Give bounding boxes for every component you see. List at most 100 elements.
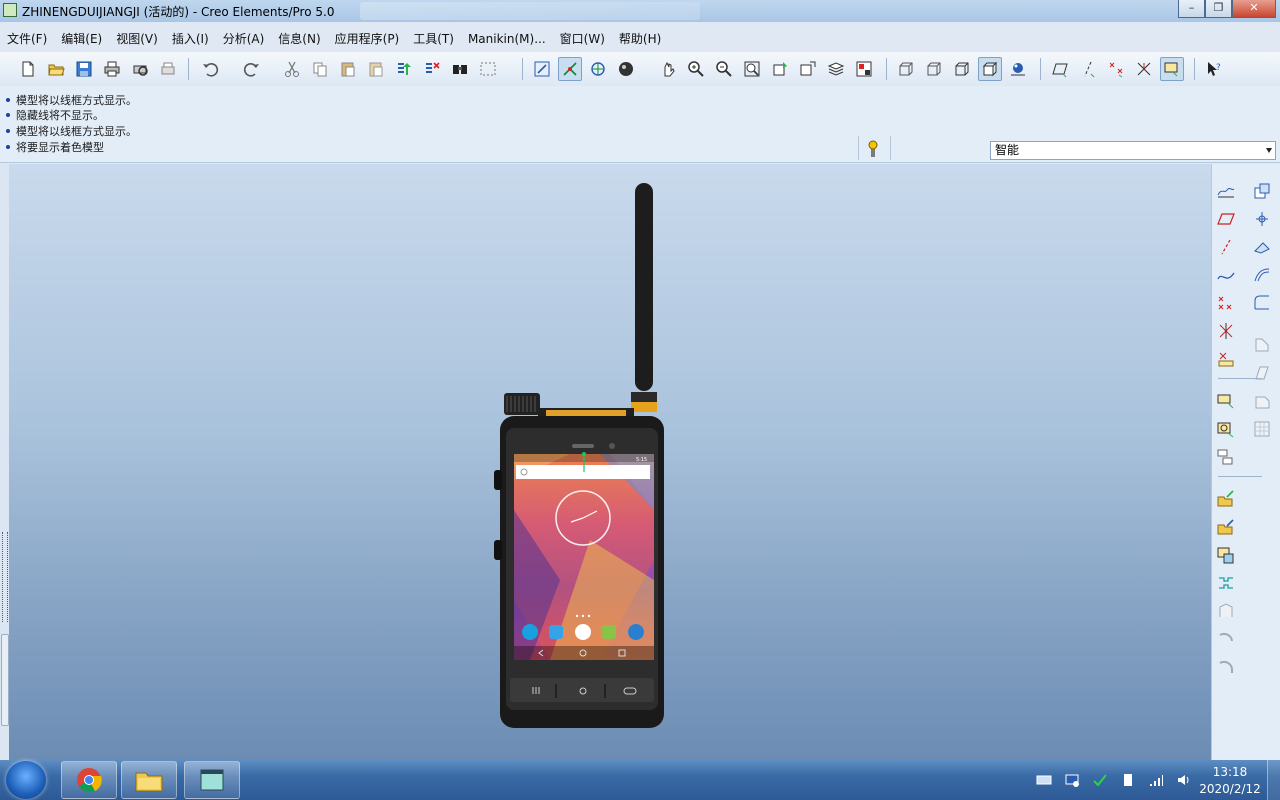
refit-icon[interactable] bbox=[740, 57, 764, 81]
phone-status-time: 5:15 bbox=[636, 457, 647, 463]
zoom-in-icon[interactable] bbox=[684, 57, 708, 81]
status-light-icon[interactable] bbox=[866, 139, 880, 159]
new-icon[interactable] bbox=[16, 57, 40, 81]
datum-chain-icon[interactable] bbox=[1214, 446, 1238, 468]
hidden-line-icon[interactable] bbox=[922, 57, 946, 81]
saved-views-icon[interactable] bbox=[796, 57, 820, 81]
datum-planes-icon[interactable] bbox=[1048, 57, 1072, 81]
spin-center-icon[interactable] bbox=[558, 57, 582, 81]
curve-icon[interactable] bbox=[1214, 264, 1238, 286]
taskbar-clock[interactable]: 13:18 2020/2/12 bbox=[1192, 764, 1268, 798]
creo-taskbar-app[interactable] bbox=[184, 761, 240, 799]
offset-icon[interactable] bbox=[1250, 264, 1274, 286]
volume-icon[interactable] bbox=[1176, 772, 1192, 788]
save-icon[interactable] bbox=[72, 57, 96, 81]
axis-icon[interactable] bbox=[1214, 236, 1238, 258]
view-manager-icon[interactable] bbox=[852, 57, 876, 81]
merge-icon[interactable] bbox=[1250, 208, 1274, 230]
shell-icon[interactable] bbox=[1214, 516, 1238, 538]
annotation-icon[interactable] bbox=[1160, 57, 1184, 81]
sash-handle[interactable] bbox=[2, 532, 8, 622]
revolve-icon[interactable] bbox=[1250, 418, 1274, 440]
wireframe-icon[interactable] bbox=[894, 57, 918, 81]
datum-axes-icon[interactable] bbox=[1076, 57, 1100, 81]
menu-help[interactable]: 帮助(H) bbox=[612, 29, 668, 49]
menu-file[interactable]: 文件(F) bbox=[0, 29, 54, 49]
selection-filter-value: 智能 bbox=[995, 143, 1020, 157]
insert-feature-icon[interactable] bbox=[1250, 180, 1274, 202]
insert-multi-icon[interactable] bbox=[1214, 488, 1238, 510]
regenerate-icon[interactable] bbox=[392, 57, 416, 81]
show-desktop-button[interactable] bbox=[1267, 760, 1280, 800]
point-offset-icon[interactable] bbox=[1214, 320, 1238, 342]
sash-tab[interactable] bbox=[1, 634, 9, 726]
print-preview-icon[interactable] bbox=[128, 57, 152, 81]
open-icon[interactable] bbox=[44, 57, 68, 81]
project-icon[interactable] bbox=[1214, 656, 1238, 678]
windows-start-icon[interactable] bbox=[6, 761, 46, 799]
file-explorer-icon[interactable] bbox=[121, 761, 177, 799]
paste-icon[interactable] bbox=[336, 57, 360, 81]
sketch-icon[interactable] bbox=[1214, 180, 1238, 202]
undo-icon[interactable] bbox=[198, 57, 222, 81]
pan-icon[interactable] bbox=[656, 57, 680, 81]
extrude-icon[interactable] bbox=[1250, 390, 1274, 412]
security-icon[interactable] bbox=[1092, 772, 1108, 788]
datum-rotate-icon[interactable] bbox=[1214, 390, 1238, 412]
pattern-icon[interactable] bbox=[1214, 600, 1238, 622]
walkie-talkie-model: 5:15 bbox=[494, 183, 664, 728]
menu-info[interactable]: 信息(N) bbox=[271, 29, 327, 49]
round-icon[interactable] bbox=[1250, 292, 1274, 314]
chrome-icon[interactable] bbox=[61, 761, 117, 799]
datum-points-icon[interactable] bbox=[1104, 57, 1128, 81]
trim-icon[interactable] bbox=[1250, 236, 1274, 258]
coordinate-systems-icon[interactable] bbox=[1132, 57, 1156, 81]
chamfer-icon[interactable] bbox=[1250, 334, 1274, 356]
point-icon[interactable] bbox=[1214, 292, 1238, 314]
enhanced-realism-icon[interactable] bbox=[1006, 57, 1030, 81]
close-button[interactable]: ✕ bbox=[1232, 0, 1276, 18]
menu-applications[interactable]: 应用程序(P) bbox=[328, 29, 407, 49]
quick-print-icon[interactable] bbox=[156, 57, 180, 81]
menu-insert[interactable]: 插入(I) bbox=[165, 29, 216, 49]
menu-analysis[interactable]: 分析(A) bbox=[216, 29, 272, 49]
paste-special-icon[interactable] bbox=[364, 57, 388, 81]
orient-mode-icon[interactable] bbox=[586, 57, 610, 81]
minimize-button[interactable]: – bbox=[1178, 0, 1205, 18]
context-help-icon[interactable]: ? bbox=[1202, 57, 1226, 81]
no-hidden-icon[interactable] bbox=[950, 57, 974, 81]
usb-device-icon[interactable] bbox=[1120, 772, 1136, 788]
menu-edit[interactable]: 编辑(E) bbox=[54, 29, 109, 49]
regenerate-manager-icon[interactable] bbox=[420, 57, 444, 81]
selection-filter-dropdown[interactable]: 智能 bbox=[990, 141, 1276, 160]
restore-button[interactable]: ❐ bbox=[1205, 0, 1232, 18]
shading-icon[interactable] bbox=[614, 57, 638, 81]
message-text: 模型将以线框方式显示。 bbox=[16, 125, 137, 138]
find-icon[interactable] bbox=[448, 57, 472, 81]
menu-window[interactable]: 窗口(W) bbox=[553, 29, 612, 49]
shaded-icon[interactable] bbox=[978, 57, 1002, 81]
plane-icon[interactable] bbox=[1214, 208, 1238, 230]
menu-view[interactable]: 视图(V) bbox=[109, 29, 165, 49]
print-icon[interactable] bbox=[100, 57, 124, 81]
mirror-icon[interactable] bbox=[1214, 628, 1238, 650]
repaint-icon[interactable] bbox=[530, 57, 554, 81]
copy-icon[interactable] bbox=[308, 57, 332, 81]
selection-box-icon[interactable] bbox=[476, 57, 500, 81]
rib-icon[interactable] bbox=[1214, 544, 1238, 566]
cut-icon[interactable] bbox=[280, 57, 304, 81]
menu-tools[interactable]: 工具(T) bbox=[406, 29, 461, 49]
datum-box-icon[interactable] bbox=[1214, 418, 1238, 440]
redo-icon[interactable] bbox=[240, 57, 264, 81]
draft-icon[interactable] bbox=[1250, 362, 1274, 384]
reorient-icon[interactable] bbox=[768, 57, 792, 81]
system-tray bbox=[1030, 760, 1198, 800]
hole-icon[interactable] bbox=[1214, 572, 1238, 594]
menu-manikin[interactable]: Manikin(M)... bbox=[461, 29, 553, 49]
network-adapter-icon[interactable] bbox=[1064, 772, 1080, 788]
zoom-out-icon[interactable] bbox=[712, 57, 736, 81]
signal-icon[interactable] bbox=[1148, 772, 1164, 788]
layers-icon[interactable] bbox=[824, 57, 848, 81]
analysis-point-icon[interactable] bbox=[1214, 348, 1238, 370]
keyboard-icon[interactable] bbox=[1036, 772, 1052, 788]
